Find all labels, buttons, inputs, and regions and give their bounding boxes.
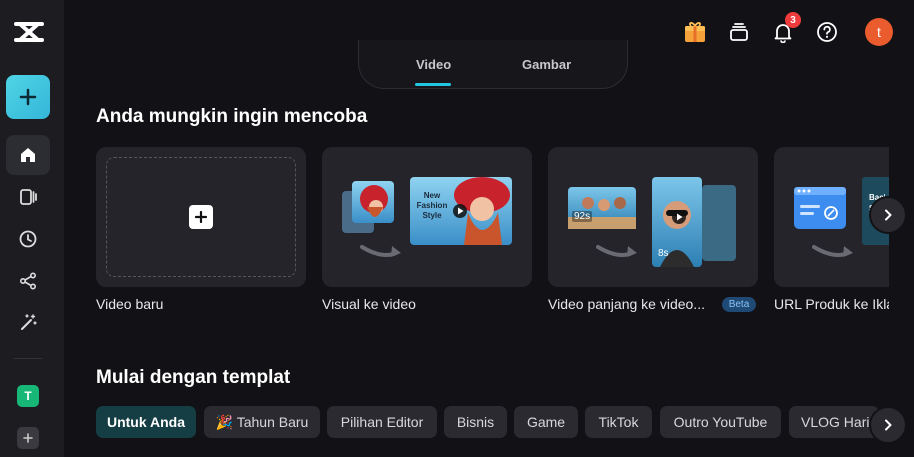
video-template-icon (20, 189, 37, 205)
user-initial: t (877, 24, 881, 40)
chevron-right-icon (885, 209, 892, 221)
chip-bisnis[interactable]: Bisnis (444, 406, 507, 438)
beta-badge: Beta (722, 297, 756, 312)
capcut-logo-icon[interactable] (12, 18, 46, 46)
nav-templates[interactable] (6, 177, 50, 217)
chip-tahun-baru[interactable]: 🎉 Tahun Baru (204, 406, 320, 438)
chevron-right-icon (885, 419, 892, 431)
card-label-long-to-short: Video panjang ke video... (548, 296, 705, 312)
workspace-avatar[interactable]: T (17, 385, 39, 407)
plus-icon (23, 433, 33, 443)
chip-game[interactable]: Game (514, 406, 578, 438)
chips-next-button[interactable] (871, 408, 905, 442)
nav-share[interactable] (6, 261, 50, 301)
workspace-initial: T (24, 389, 32, 403)
nav-recent[interactable] (6, 219, 50, 259)
chip-tiktok[interactable]: TikTok (585, 406, 652, 438)
active-tab-indicator (415, 83, 451, 86)
gift-icon[interactable] (683, 20, 707, 44)
home-icon (21, 148, 35, 162)
media-type-tabs (358, 40, 628, 89)
clock-icon (19, 230, 37, 248)
tab-gambar[interactable]: Gambar (522, 57, 571, 72)
chip-pilihan-editor[interactable]: Pilihan Editor (327, 406, 437, 438)
stack-icon[interactable] (727, 20, 751, 44)
plus-icon (19, 88, 37, 106)
help-icon[interactable] (815, 20, 839, 44)
thumbnail-caption: New Fashion Style (416, 191, 448, 220)
notification-count: 3 (790, 14, 796, 26)
nav-magic-tools[interactable] (6, 303, 50, 343)
share-icon (19, 272, 37, 290)
nav-home[interactable] (6, 135, 50, 175)
card-long-to-short-video[interactable]: 92s 8s (548, 147, 758, 287)
sidebar-divider (14, 358, 42, 359)
card-new-video[interactable] (96, 147, 306, 287)
card-label-visual-to-video: Visual ke video (322, 296, 416, 312)
long-video-duration: 92s (572, 211, 593, 222)
plus-icon (189, 205, 213, 229)
create-button[interactable] (6, 75, 50, 119)
chip-vlog-harian[interactable]: VLOG Hari (789, 406, 879, 438)
carousel-next-button[interactable] (871, 198, 905, 232)
section-title-try: Anda mungkin ingin mencoba (96, 106, 368, 127)
add-workspace-button[interactable] (17, 427, 39, 449)
magic-wand-icon (21, 314, 37, 330)
card-label-url-to-ad: URL Produk ke Ikla (774, 296, 889, 312)
card-visual-to-video[interactable]: New Fashion Style (322, 147, 532, 287)
user-avatar[interactable]: t (865, 18, 893, 46)
notification-badge: 3 (785, 12, 801, 28)
card-label-new-video: Video baru (96, 296, 164, 312)
chip-outro-youtube[interactable]: Outro YouTube (660, 406, 781, 438)
section-title-templates: Mulai dengan templat (96, 367, 291, 388)
short-video-duration: 8s (658, 248, 669, 259)
chip-untuk-anda[interactable]: Untuk Anda (96, 406, 196, 438)
tab-video[interactable]: Video (416, 57, 451, 72)
sidebar: T (0, 0, 64, 457)
